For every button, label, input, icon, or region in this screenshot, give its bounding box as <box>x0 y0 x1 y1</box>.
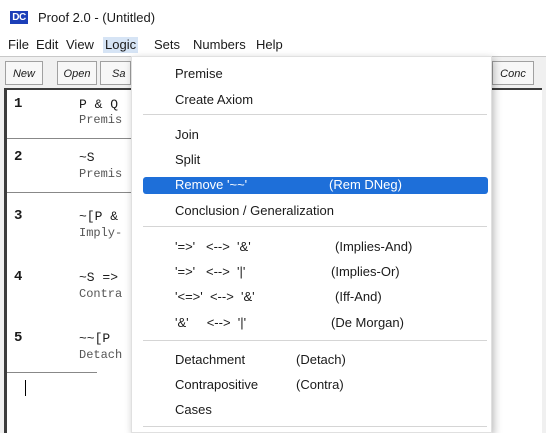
menu-sets[interactable]: Sets <box>154 37 180 53</box>
logic-dropdown-menu: Premise Create Axiom Join Split Remove '… <box>131 56 492 433</box>
menu-item-detachment[interactable]: Detachment <box>175 352 245 368</box>
menu-item-create-axiom[interactable]: Create Axiom <box>175 92 253 108</box>
menu-item-remove-dneg-shortcut[interactable]: (Rem DNeg) <box>329 177 402 193</box>
menu-numbers[interactable]: Numbers <box>193 37 246 53</box>
line-formula-4[interactable]: ~S => <box>79 270 118 285</box>
menu-separator <box>143 114 487 115</box>
menu-item-detachment-shortcut[interactable]: (Detach) <box>296 352 346 368</box>
menu-item-de-morgan-shortcut[interactable]: (De Morgan) <box>331 315 404 331</box>
line-formula-5[interactable]: ~~[P <box>79 331 110 346</box>
line-reason-3: Imply- <box>79 226 123 240</box>
line-separator <box>7 138 133 139</box>
menu-item-join[interactable]: Join <box>175 127 199 143</box>
menu-separator <box>143 226 487 227</box>
line-formula-3[interactable]: ~[P & <box>79 209 118 224</box>
line-number-5: 5 <box>14 330 23 346</box>
line-number-3: 3 <box>14 208 23 224</box>
menu-separator <box>143 340 487 341</box>
app-icon[interactable]: DC <box>10 11 28 24</box>
new-button[interactable]: New <box>5 61 43 85</box>
menu-bar: File Edit View Logic Sets Numbers Help <box>0 34 546 56</box>
menu-file[interactable]: File <box>8 37 29 53</box>
line-reason-2: Premis <box>79 167 123 181</box>
menu-item-de-morgan[interactable]: '&' <--> '|' <box>175 315 246 331</box>
menu-view[interactable]: View <box>66 37 94 53</box>
menu-item-iff-and[interactable]: '<=>' <--> '&' <box>175 289 255 305</box>
conc-button[interactable]: Conc <box>492 61 534 85</box>
menu-item-implies-and[interactable]: '=>' <--> '&' <box>175 239 251 255</box>
menu-item-implies-or[interactable]: '=>' <--> '|' <box>175 264 245 280</box>
line-formula-2[interactable]: ~S <box>79 150 95 165</box>
menu-item-contrapositive[interactable]: Contrapositive <box>175 377 258 393</box>
text-cursor <box>25 380 26 396</box>
line-reason-1: Premis <box>79 113 123 127</box>
line-number-2: 2 <box>14 149 23 165</box>
open-button[interactable]: Open <box>57 61 97 85</box>
line-reason-4: Contra <box>79 287 123 301</box>
menu-item-split[interactable]: Split <box>175 152 200 168</box>
menu-item-contrapositive-shortcut[interactable]: (Contra) <box>296 377 344 393</box>
menu-help[interactable]: Help <box>256 37 283 53</box>
line-separator <box>7 192 133 193</box>
title-bar: DC Proof 2.0 - (Untitled) <box>0 0 546 34</box>
line-reason-5: Detach <box>79 348 123 362</box>
line-number-1: 1 <box>14 96 23 112</box>
save-button[interactable]: Sa <box>100 61 131 85</box>
menu-item-implies-and-shortcut[interactable]: (Implies-And) <box>335 239 412 255</box>
menu-item-iff-and-shortcut[interactable]: (Iff-And) <box>335 289 382 305</box>
menu-logic[interactable]: Logic <box>103 37 139 53</box>
menu-item-conclusion[interactable]: Conclusion / Generalization <box>175 203 334 219</box>
line-separator <box>7 372 97 373</box>
menu-item-cases[interactable]: Cases <box>175 402 212 418</box>
menu-item-premise[interactable]: Premise <box>175 66 223 82</box>
menu-separator <box>143 426 487 427</box>
menu-item-implies-or-shortcut[interactable]: (Implies-Or) <box>331 264 400 280</box>
line-number-4: 4 <box>14 269 23 285</box>
window-title: Proof 2.0 - (Untitled) <box>38 10 156 25</box>
line-formula-1[interactable]: P & Q <box>79 97 118 112</box>
menu-item-remove-dneg-label[interactable]: Remove '~~' <box>175 177 247 193</box>
menu-edit[interactable]: Edit <box>36 37 58 53</box>
